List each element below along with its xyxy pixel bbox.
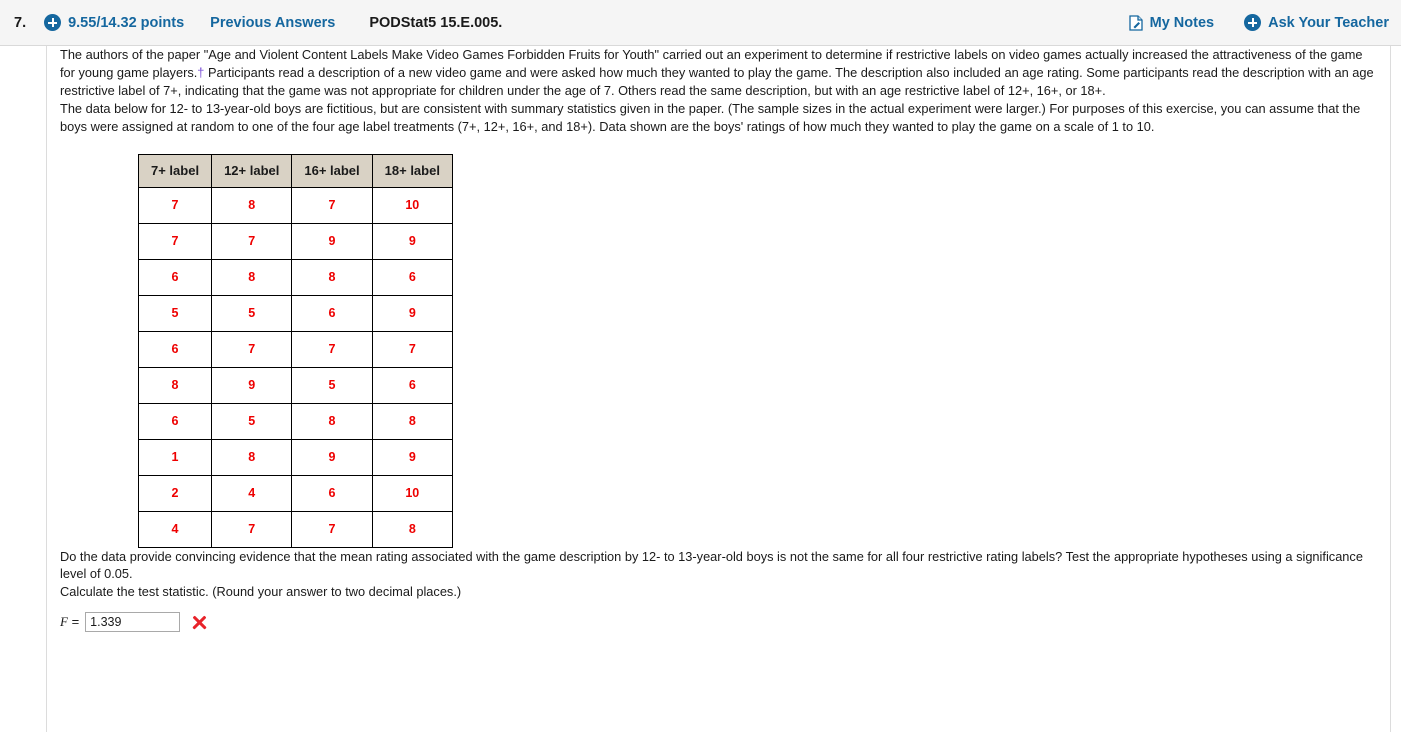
data-table-container: 7+ label 12+ label 16+ label 18+ label 7… — [60, 153, 1378, 548]
column-header-18plus: 18+ label — [371, 153, 453, 188]
table-cell: 4 — [137, 510, 213, 548]
table-cell: 8 — [291, 258, 373, 296]
table-row: 7 7 9 9 — [137, 222, 453, 260]
previous-answers-link[interactable]: Previous Answers — [210, 15, 335, 31]
plus-circle-icon — [44, 14, 62, 31]
table-cell: 10 — [371, 474, 453, 512]
table-cell: 5 — [211, 294, 293, 332]
answer-row: F = — [60, 612, 1378, 633]
table-cell: 6 — [291, 474, 373, 512]
f-symbol: F — [60, 614, 68, 630]
table-cell: 8 — [211, 258, 293, 296]
my-notes-label: My Notes — [1149, 14, 1215, 31]
table-cell: 6 — [371, 258, 453, 296]
table-cell: 7 — [211, 222, 293, 260]
table-cell: 7 — [371, 330, 453, 368]
table-cell: 10 — [371, 186, 453, 224]
table-cell: 8 — [211, 186, 293, 224]
table-cell: 9 — [371, 294, 453, 332]
question-header-bar: 7. 9.55/14.32 points Previous Answers PO… — [0, 0, 1401, 46]
table-cell: 6 — [291, 294, 373, 332]
table-cell: 8 — [291, 402, 373, 440]
table-cell: 7 — [291, 186, 373, 224]
table-row: 6 8 8 6 — [137, 258, 453, 296]
textbook-reference-label: PODStat5 15.E.005. — [369, 14, 503, 31]
table-row: 7 8 7 10 — [137, 186, 453, 224]
left-gutter-divider — [46, 46, 47, 732]
column-header-12plus: 12+ label — [211, 153, 293, 188]
points-label: 9.55/14.32 points — [68, 14, 185, 31]
table-cell: 9 — [291, 438, 373, 476]
table-cell: 6 — [137, 330, 213, 368]
table-row: 5 5 6 9 — [137, 294, 453, 332]
table-cell: 6 — [137, 402, 213, 440]
data-description-paragraph: The data below for 12- to 13-year-old bo… — [60, 100, 1361, 134]
table-cell: 7 — [291, 510, 373, 548]
table-cell: 7 — [211, 510, 293, 548]
question-number: 7. — [14, 14, 27, 31]
table-cell: 7 — [137, 222, 213, 260]
table-cell: 7 — [137, 186, 213, 224]
column-header-16plus: 16+ label — [291, 153, 373, 188]
table-cell: 2 — [137, 474, 213, 512]
column-header-7plus: 7+ label — [137, 153, 213, 188]
table-row: 2 4 6 10 — [137, 474, 453, 512]
table-cell: 5 — [137, 294, 213, 332]
table-cell: 7 — [211, 330, 293, 368]
table-cell: 4 — [211, 474, 293, 512]
table-cell: 5 — [211, 402, 293, 440]
table-row: 6 7 7 7 — [137, 330, 453, 368]
question-content: The authors of the paper "Age and Violen… — [60, 46, 1378, 633]
points-group: 9.55/14.32 points — [44, 14, 184, 31]
table-cell: 5 — [291, 366, 373, 404]
table-cell: 8 — [371, 510, 453, 548]
table-cell: 8 — [211, 438, 293, 476]
table-cell: 7 — [291, 330, 373, 368]
table-cell: 8 — [371, 402, 453, 440]
ask-your-teacher-label: Ask Your Teacher — [1268, 14, 1389, 31]
incorrect-x-icon — [192, 615, 207, 630]
ask-your-teacher-button[interactable]: Ask Your Teacher — [1244, 14, 1389, 31]
table-row: 4 7 7 8 — [137, 510, 453, 548]
intro-paragraph: The authors of the paper "Age and Violen… — [60, 46, 1378, 100]
question-body: The authors of the paper "Age and Violen… — [0, 46, 1391, 732]
header-actions: My Notes Ask Your Teacher — [1128, 14, 1389, 31]
table-cell: 9 — [371, 222, 453, 260]
note-page-icon — [1128, 14, 1143, 31]
table-row: 8 9 5 6 — [137, 366, 453, 404]
table-cell: 6 — [137, 258, 213, 296]
hypothesis-question-paragraph: Do the data provide convincing evidence … — [60, 548, 1363, 582]
table-cell: 9 — [371, 438, 453, 476]
table-cell: 8 — [137, 366, 213, 404]
f-statistic-label: F = — [60, 614, 79, 630]
my-notes-button[interactable]: My Notes — [1128, 14, 1215, 31]
table-cell: 9 — [291, 222, 373, 260]
table-row: 6 5 8 8 — [137, 402, 453, 440]
equals-symbol: = — [67, 614, 80, 630]
ratings-data-table: 7+ label 12+ label 16+ label 18+ label 7… — [137, 153, 453, 548]
table-cell: 1 — [137, 438, 213, 476]
f-statistic-input[interactable] — [85, 612, 181, 633]
table-row: 1 8 9 9 — [137, 438, 453, 476]
intro-paragraph-part2: Participants read a description of a new… — [60, 64, 1374, 98]
table-cell: 6 — [371, 366, 453, 404]
table-cell: 9 — [211, 366, 293, 404]
test-statistic-instruction: Calculate the test statistic. (Round you… — [60, 584, 462, 600]
table-header-row: 7+ label 12+ label 16+ label 18+ label — [137, 153, 453, 188]
plus-circle-icon — [1244, 14, 1262, 31]
